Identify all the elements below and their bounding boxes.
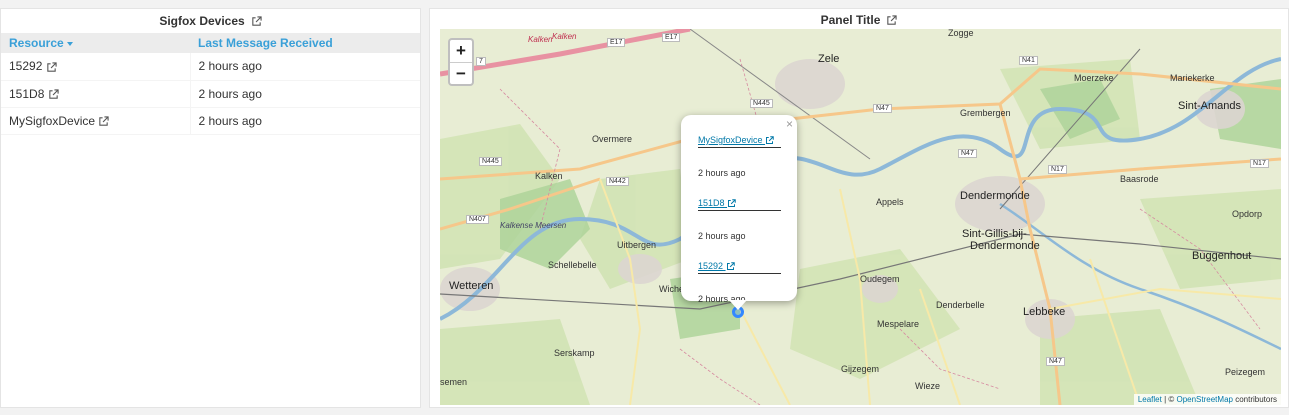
- popup-device-time: 2 hours ago: [698, 168, 746, 179]
- popup-device-link[interactable]: MySigfoxDevice: [698, 135, 781, 149]
- map-label: Dendermonde: [960, 190, 1030, 202]
- map-label: Serskamp: [554, 348, 595, 358]
- map-label: Peizegem: [1225, 367, 1266, 377]
- road-shield: N17: [1048, 165, 1067, 174]
- popup-close-button[interactable]: ×: [786, 117, 793, 131]
- external-link-icon: [728, 199, 736, 208]
- road-shield: N41: [1019, 56, 1038, 65]
- map-label: Dendermonde: [970, 240, 1040, 252]
- map-label: Gijzegem: [841, 364, 880, 374]
- map-label: Overmere: [592, 134, 633, 144]
- zoom-in-button[interactable]: +: [450, 40, 472, 62]
- attribution-contributors: contributors: [1232, 395, 1277, 404]
- table-row: 151D8 2 hours ago: [1, 80, 420, 107]
- external-link-icon: [726, 262, 735, 271]
- external-link-icon[interactable]: [886, 14, 898, 26]
- last-message-cell: 2 hours ago: [198, 86, 262, 101]
- map-label: Schellebelle: [548, 260, 597, 270]
- map-label: Denderbelle: [936, 300, 985, 310]
- popup-tip: [729, 300, 747, 310]
- road-shield: N47: [958, 149, 977, 158]
- osm-link[interactable]: OpenStreetMap: [1176, 395, 1232, 404]
- panel-title: Sigfox Devices: [159, 14, 245, 28]
- table-header-row: Resource Last Message Received: [1, 33, 420, 53]
- road-shield: N445: [750, 99, 773, 108]
- external-link-icon: [766, 136, 774, 145]
- external-link-icon[interactable]: [48, 89, 59, 100]
- map-label: Kalken: [535, 171, 563, 181]
- resource-cell[interactable]: 151D8: [1, 80, 191, 107]
- marker-popup: × MySigfoxDevice 2 hours ago 151D8 2 hou…: [681, 115, 797, 310]
- external-link-icon[interactable]: [98, 116, 110, 127]
- map-label: Zele: [818, 53, 840, 65]
- map-label: Wetteren: [449, 280, 494, 292]
- panel-header: Sigfox Devices: [1, 9, 420, 33]
- map-label: Kalken: [552, 32, 577, 41]
- map-label: Grembergen: [960, 108, 1011, 118]
- map-panel: Panel Title Kalken Kalken Zogge Zele Moe…: [429, 8, 1289, 408]
- map-label: Mespelare: [877, 319, 920, 329]
- map-label: Wieze: [915, 381, 941, 391]
- dashboard: Sigfox Devices Resource Last Message Rec…: [0, 0, 1289, 415]
- panel-header: Panel Title: [430, 9, 1288, 31]
- road-shield: N47: [873, 104, 892, 113]
- map-label: Lebbeke: [1023, 306, 1066, 318]
- map-label: Kalken: [528, 35, 553, 44]
- map-label: Kalkense Meersen: [500, 221, 567, 230]
- map-label: Sint-Gillis-bij-: [962, 228, 1027, 240]
- external-link-icon[interactable]: [251, 15, 262, 27]
- leaflet-link[interactable]: Leaflet: [1138, 395, 1162, 404]
- map-label: Baasrode: [1120, 174, 1159, 184]
- table-row: 15292 2 hours ago: [1, 53, 420, 80]
- sort-caret-icon: [66, 41, 73, 46]
- map-view[interactable]: Kalken Kalken Zogge Zele Moerzeke Mariek…: [440, 29, 1281, 405]
- map-label: Zogge: [948, 29, 974, 38]
- road-shield: N442: [606, 177, 629, 186]
- popup-device-link[interactable]: 15292: [698, 261, 781, 275]
- popup-device-link[interactable]: 151D8: [698, 198, 781, 212]
- road-shield: E17: [662, 33, 681, 42]
- zoom-out-button[interactable]: −: [450, 62, 472, 84]
- road-shield: N47: [1046, 357, 1065, 366]
- map-label: Opdorp: [1232, 209, 1263, 219]
- map-attribution: Leaflet | © OpenStreetMap contributors: [1133, 394, 1281, 405]
- road-shield: E17: [607, 38, 626, 47]
- devices-table: Resource Last Message Received 15292 2 h…: [1, 33, 420, 135]
- road-shield: 7: [476, 57, 486, 66]
- resource-cell[interactable]: MySigfoxDevice: [1, 107, 191, 134]
- map-label: Moerzeke: [1074, 73, 1114, 83]
- map-label: semen: [440, 377, 468, 387]
- map-label: Mariekerke: [1170, 73, 1215, 83]
- sigfox-devices-panel: Sigfox Devices Resource Last Message Rec…: [0, 8, 421, 408]
- map-label: Buggenhout: [1192, 250, 1252, 262]
- map-label: Uitbergen: [617, 240, 657, 250]
- zoom-control: + −: [448, 38, 474, 86]
- column-header-last-message[interactable]: Last Message Received: [190, 33, 420, 53]
- popup-device-time: 2 hours ago: [698, 231, 746, 242]
- attribution-separator: | ©: [1161, 395, 1177, 404]
- column-header-resource[interactable]: Resource: [1, 33, 190, 53]
- panel-title: Panel Title: [820, 13, 881, 27]
- map-label: Sint-Amands: [1178, 100, 1241, 112]
- road-shield: N407: [466, 215, 489, 224]
- external-link-icon[interactable]: [46, 61, 57, 73]
- resource-cell[interactable]: 15292: [1, 53, 191, 80]
- last-message-cell: 2 hours ago: [198, 59, 262, 74]
- table-row: MySigfoxDevice 2 hours ago: [1, 107, 420, 134]
- road-shield: N445: [479, 157, 502, 166]
- map-label: Appels: [876, 197, 904, 207]
- road-shield: N17: [1250, 159, 1269, 168]
- map-label: Oudegem: [860, 274, 900, 284]
- last-message-cell: 2 hours ago: [198, 113, 262, 128]
